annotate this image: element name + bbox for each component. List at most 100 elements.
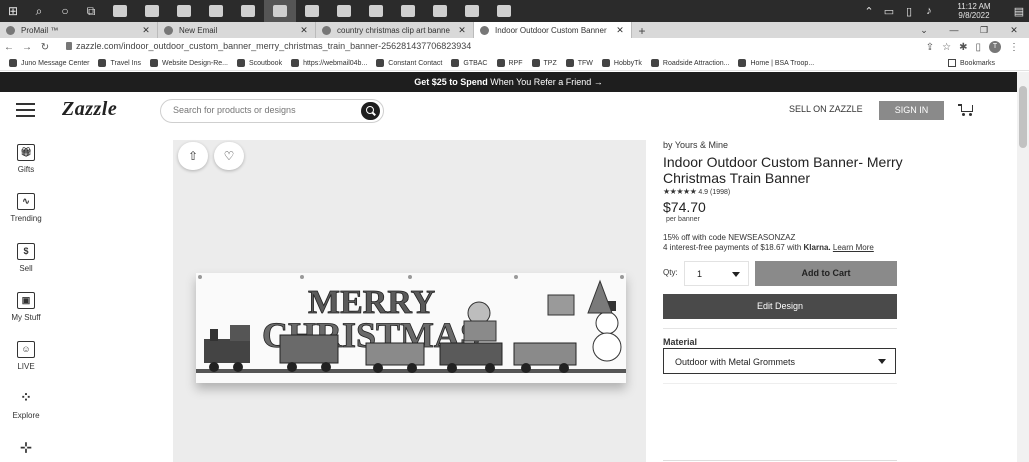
chevron-up-icon[interactable]: ⌃ <box>859 5 879 18</box>
favorite-button[interactable]: ♡ <box>214 142 244 170</box>
my-stuff-icon: ▣ <box>17 292 35 309</box>
profile-avatar[interactable]: T <box>989 41 1001 53</box>
address-bar: ← → ↻ zazzle.com/indoor_outdoor_custom_b… <box>0 38 1029 56</box>
system-tray: ⌃ ▭ ▯ ♪ 11:12 AM 9/8/2022 ▤ <box>859 0 1029 22</box>
bookmark-label: Roadside Attraction... <box>662 59 730 67</box>
taskbar-app-12[interactable] <box>456 0 488 22</box>
taskbar-app-photos[interactable] <box>200 0 232 22</box>
bookmark-item[interactable]: Constant Contact <box>376 59 442 67</box>
bookmark-item[interactable]: Roadside Attraction... <box>650 59 730 67</box>
close-window-button[interactable]: ✕ <box>999 22 1029 38</box>
dollar-icon: $ <box>17 243 35 260</box>
installment-text: 4 interest-free payments of $18.67 with <box>663 243 802 252</box>
browser-tab-google-search[interactable]: country christmas clip art banne ✕ <box>316 22 474 38</box>
taskbar-clock[interactable]: 11:12 AM 9/8/2022 <box>939 2 1009 20</box>
task-view-icon[interactable]: ⧉ <box>78 0 104 22</box>
network-icon[interactable]: ▭ <box>879 5 899 18</box>
notifications-icon[interactable]: ▤ <box>1009 5 1029 18</box>
material-select[interactable]: Outdoor with Metal Grommets <box>663 348 896 374</box>
taskbar-app-7[interactable] <box>296 0 328 22</box>
sidebar-item-gifts[interactable]: 🎁︎ Gifts <box>0 144 52 174</box>
taskbar-app-acrobat[interactable] <box>488 0 520 22</box>
taskbar-app-10[interactable] <box>392 0 424 22</box>
restore-button[interactable]: ❐ <box>969 22 999 38</box>
price-unit: per banner <box>666 216 700 223</box>
browser-tab-new-email[interactable]: New Email ✕ <box>158 22 316 38</box>
other-bookmarks[interactable]: Bookmarks <box>947 59 995 67</box>
sidebar-item-live[interactable]: ☺ LIVE <box>0 341 52 371</box>
product-rating[interactable]: ★★★★★ 4.9 (1998) <box>663 187 730 196</box>
sidebar-icon[interactable]: ▯ <box>975 42 981 53</box>
referral-promo-banner[interactable]: Get $25 to Spend When You Refer a Friend… <box>0 72 1017 92</box>
sell-on-zazzle-link[interactable]: SELL ON ZAZZLE <box>789 104 863 114</box>
bookmark-item[interactable]: GTBAC <box>451 59 488 67</box>
klarna-installments: 4 interest-free payments of $18.67 with … <box>663 243 874 252</box>
bookmark-item[interactable]: Scoutbook <box>236 59 282 67</box>
share-button[interactable]: ⇧ <box>178 142 208 170</box>
cortana-icon[interactable]: ○ <box>52 0 78 22</box>
search-bar <box>160 99 384 123</box>
designer-byline[interactable]: by Yours & Mine <box>663 140 728 150</box>
close-tab-icon[interactable]: ✕ <box>457 25 467 36</box>
sidebar-item-trending[interactable]: ∿ Trending <box>0 193 52 223</box>
sidebar-item-my-stuff[interactable]: ▣ My Stuff <box>0 292 52 322</box>
learn-more-link[interactable]: Learn More <box>833 243 874 252</box>
bookmark-label: TFW <box>577 59 593 67</box>
taskbar-app-5[interactable] <box>232 0 264 22</box>
sidebar-item-sell[interactable]: $ Sell <box>0 243 52 273</box>
quantity-select[interactable]: 1 <box>684 261 749 286</box>
taskbar-app-8[interactable] <box>328 0 360 22</box>
lock-icon[interactable] <box>66 42 72 50</box>
bookmark-item[interactable]: Website Design-Re... <box>149 59 228 67</box>
menu-icon[interactable]: ⋮ <box>1009 42 1019 53</box>
sidebar-item-label: Sell <box>19 264 33 273</box>
taskbar-app-music[interactable] <box>136 0 168 22</box>
sign-in-button[interactable]: SIGN IN <box>879 101 944 120</box>
bookmark-item[interactable]: TFW <box>565 59 593 67</box>
hamburger-menu-icon[interactable] <box>16 103 35 117</box>
edit-design-button[interactable]: Edit Design <box>663 294 897 319</box>
bookmark-item[interactable]: HobbyTk <box>601 59 642 67</box>
scrollbar-thumb[interactable] <box>1019 86 1027 148</box>
battery-icon[interactable]: ▯ <box>899 5 919 18</box>
search-icon[interactable]: ⌕ <box>26 0 52 22</box>
cart-icon[interactable] <box>958 103 974 117</box>
search-input[interactable] <box>173 105 353 115</box>
forward-button[interactable]: → <box>18 42 36 53</box>
taskbar-app-active[interactable] <box>264 0 296 22</box>
new-tab-button[interactable]: + <box>632 24 652 38</box>
sidebar-item-explore[interactable]: ⁘ Explore <box>0 390 52 420</box>
tab-title: New Email <box>179 25 218 35</box>
bookmark-star-icon[interactable]: ☆ <box>942 42 951 53</box>
back-button[interactable]: ← <box>0 42 18 53</box>
minimize-button[interactable]: — <box>939 22 969 38</box>
bookmark-item[interactable]: https://webmail04b... <box>291 59 367 67</box>
tab-search-icon[interactable]: ⌄ <box>909 22 939 38</box>
bookmark-item[interactable]: RPF <box>496 59 523 67</box>
search-icon[interactable] <box>361 102 380 120</box>
browser-tab-zazzle[interactable]: Indoor Outdoor Custom Banner ✕ <box>474 22 632 38</box>
volume-icon[interactable]: ♪ <box>919 5 939 17</box>
taskbar-app-mail[interactable] <box>104 0 136 22</box>
extensions-icon[interactable]: ✱ <box>959 42 967 53</box>
close-tab-icon[interactable]: ✕ <box>299 25 309 36</box>
sidebar-item-more[interactable]: ⊹ <box>0 440 52 461</box>
bookmark-item[interactable]: Travel Ins <box>98 59 141 67</box>
trending-icon: ∿ <box>17 193 35 210</box>
zazzle-favicon-icon <box>480 25 489 35</box>
reload-button[interactable]: ↻ <box>36 42 54 53</box>
close-tab-icon[interactable]: ✕ <box>615 25 625 36</box>
zazzle-logo[interactable]: Zazzle <box>62 98 117 121</box>
windows-start-icon[interactable]: ⊞ <box>0 0 26 22</box>
bookmark-item[interactable]: TPZ <box>531 59 557 67</box>
url-field[interactable]: zazzle.com/indoor_outdoor_custom_banner_… <box>76 41 471 51</box>
bookmark-item[interactable]: Juno Message Center <box>9 59 89 67</box>
bookmark-item[interactable]: Home | BSA Troop... <box>738 59 814 67</box>
share-icon[interactable]: ⇪ <box>926 42 934 53</box>
taskbar-app-files[interactable] <box>168 0 200 22</box>
browser-tab-promail[interactable]: ProMail ™ ✕ <box>0 22 158 38</box>
close-tab-icon[interactable]: ✕ <box>141 25 151 36</box>
add-to-cart-button[interactable]: Add to Cart <box>755 261 897 286</box>
taskbar-app-11[interactable] <box>424 0 456 22</box>
taskbar-app-word[interactable] <box>360 0 392 22</box>
